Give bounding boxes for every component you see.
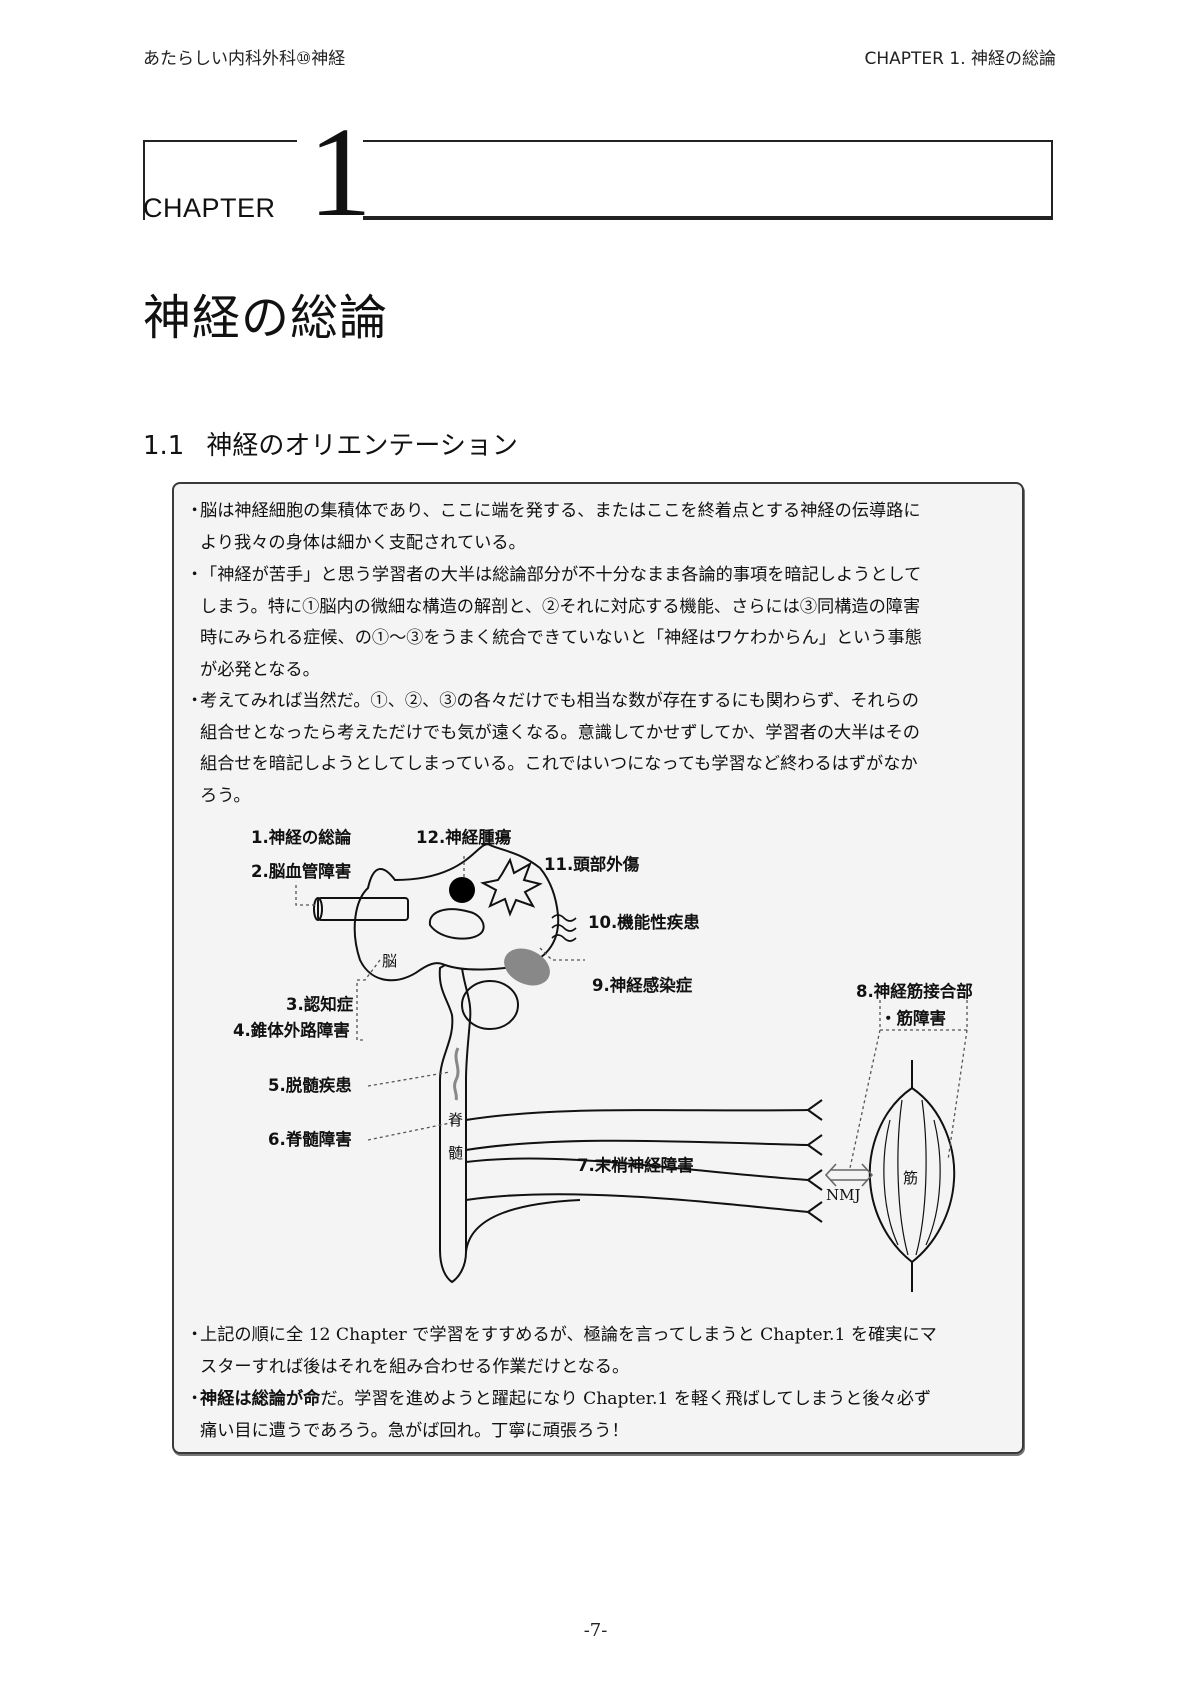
diagram-label-8b: ・筋障害	[880, 1008, 946, 1028]
bullet-line: 神経は総論が命だ。学習を進めようと躍起になり Chapter.1 を軽く飛ばして…	[200, 1384, 996, 1416]
diagram-label-7: 7.末梢神経障害	[577, 1155, 694, 1175]
bullet-line: 痛い目に遭うであろう。急がば回れ。丁寧に頑張ろう！	[200, 1420, 629, 1441]
diagram-label-2: 2.脳血管障害	[251, 861, 351, 881]
nmj-arrow-icon	[824, 1163, 874, 1187]
emphasis-text: 神経は総論が命	[200, 1389, 321, 1409]
bullet-item: ・ 上記の順に全 12 Chapter で学習をすすめるが、極論を言ってしまうと…	[186, 1320, 996, 1383]
diagram-label-12: 12.神経腫瘍	[416, 827, 512, 847]
diagram-label-10: 10.機能性疾患	[588, 912, 700, 932]
bullet-dot: ・	[186, 1389, 204, 1409]
diagram-label-1: 1.神経の総論	[251, 827, 352, 847]
bullet-line: 上記の順に全 12 Chapter で学習をすすめるが、極論を言ってしまうと C…	[200, 1325, 937, 1345]
blood-vessel-tube	[317, 897, 409, 921]
diagram-label-5: 5.脱髄疾患	[268, 1075, 352, 1095]
injury-starburst-icon	[480, 857, 543, 917]
muscle-label: 筋	[903, 1169, 918, 1187]
bullet-line-rest: だ。学習を進めようと躍起になり Chapter.1 を軽く飛ばしてしまうと後々必…	[320, 1389, 932, 1409]
peripheral-nerve-2	[465, 1139, 809, 1151]
spinal-label-1: 脊	[448, 1111, 463, 1129]
peripheral-nerve-1	[465, 1109, 809, 1121]
brain-label: 脳	[382, 952, 397, 970]
diagram-label-11: 11.頭部外傷	[544, 854, 640, 874]
demyelination-squiggle	[453, 1047, 460, 1101]
bullet-line: スターすれば後はそれを組み合わせる作業だけとなる。	[200, 1356, 630, 1377]
tumor-dot-icon	[449, 877, 475, 903]
bullet-item: ・ 神経は総論が命だ。学習を進めようと躍起になり Chapter.1 を軽く飛ば…	[186, 1384, 996, 1447]
diagram-label-4: 4.錐体外路障害	[233, 1020, 350, 1040]
page-number: -7-	[583, 1620, 608, 1641]
spinal-label-2: 髄	[448, 1144, 463, 1162]
diagram-label-8a: 8.神経筋接合部	[856, 981, 973, 1001]
diagram-label-3: 3.認知症	[286, 994, 354, 1014]
peripheral-nerve-5	[465, 1199, 581, 1253]
brain-inner-shape	[428, 908, 485, 940]
bullet-dot: ・	[186, 1325, 204, 1345]
nmj-label: NMJ	[826, 1186, 861, 1204]
diagram-label-9: 9.神経感染症	[592, 975, 693, 995]
diagram-label-6: 6.脊髄障害	[268, 1129, 352, 1149]
